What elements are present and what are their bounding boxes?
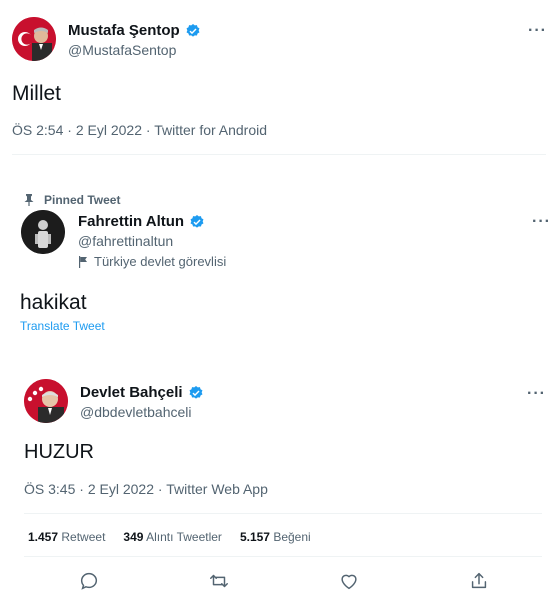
verified-badge-icon <box>190 214 204 228</box>
affiliation-text: Türkiye devlet görevlisi <box>94 254 227 269</box>
tweet-time[interactable]: ÖS 3:45 <box>24 481 75 497</box>
tweet-time[interactable]: ÖS 2:54 <box>12 122 63 138</box>
tweet-date[interactable]: 2 Eyl 2022 <box>76 122 142 138</box>
retweets-count: 1.457 <box>28 530 59 544</box>
action-bar <box>0 570 558 596</box>
likes-label: Beğeni <box>273 530 311 544</box>
retweets-label: Retweet <box>61 530 106 544</box>
avatar-fahrettin[interactable] <box>21 210 65 254</box>
more-options-icon[interactable]: ··· <box>527 385 546 403</box>
tweet-card-devlet[interactable]: Devlet Bahçeli @dbdevletbahceli ··· HUZU… <box>0 358 558 605</box>
tweet-card-mustafa[interactable]: Mustafa Şentop @MustafaSentop ··· Millet… <box>0 0 558 160</box>
divider <box>12 154 546 155</box>
display-name[interactable]: Devlet Bahçeli <box>80 384 183 401</box>
more-options-icon[interactable]: ··· <box>532 213 551 231</box>
meta-separator: · <box>67 122 72 138</box>
divider <box>24 556 542 557</box>
quotes-stat[interactable]: 349 Alıntı Tweetler <box>123 530 222 544</box>
pinned-indicator: Pinned Tweet <box>24 193 120 207</box>
more-options-icon[interactable]: ··· <box>528 22 547 40</box>
meta-separator: · <box>157 481 163 497</box>
reply-icon[interactable] <box>78 570 100 592</box>
user-handle[interactable]: @fahrettinaltun <box>78 233 173 249</box>
meta-separator: · <box>79 481 84 497</box>
likes-count: 5.157 <box>239 530 270 544</box>
tweet-card-fahrettin[interactable]: Pinned Tweet Fahrettin Altun @fahrettina… <box>2 178 558 348</box>
divider <box>24 513 542 514</box>
quotes-label: Alıntı Tweetler <box>146 530 222 544</box>
translate-tweet-link[interactable]: Translate Tweet <box>20 319 105 333</box>
pin-icon <box>24 194 34 206</box>
pinned-label: Pinned Tweet <box>44 193 121 207</box>
like-icon[interactable] <box>338 570 360 592</box>
retweets-stat[interactable]: 1.457 Retweet <box>28 530 105 544</box>
tweet-text: Millet <box>12 82 62 105</box>
quotes-count: 349 <box>123 530 144 544</box>
affiliation-label: Türkiye devlet görevlisi <box>78 254 226 269</box>
tweet-text: hakikat <box>20 291 87 314</box>
tweet-date[interactable]: 2 Eyl 2022 <box>88 481 154 497</box>
engagement-stats: 1.457 Retweet 349 Alıntı Tweetler 5.157 … <box>28 530 311 544</box>
avatar-mustafa[interactable] <box>12 17 56 61</box>
avatar-devlet[interactable] <box>24 379 68 423</box>
tweet-source[interactable]: Twitter Web App <box>166 481 268 497</box>
display-name[interactable]: Fahrettin Altun <box>78 213 184 230</box>
verified-badge-icon <box>189 385 203 399</box>
verified-badge-icon <box>186 23 200 37</box>
tweet-source[interactable]: Twitter for Android <box>154 122 267 138</box>
user-handle[interactable]: @dbdevletbahceli <box>80 404 192 420</box>
tweet-text: HUZUR <box>24 441 94 463</box>
share-icon[interactable] <box>468 570 490 592</box>
retweet-icon[interactable] <box>208 570 230 592</box>
flag-icon <box>79 255 87 268</box>
likes-stat[interactable]: 5.157 Beğeni <box>240 530 311 544</box>
display-name[interactable]: Mustafa Şentop <box>68 22 180 39</box>
user-handle[interactable]: @MustafaSentop <box>68 42 176 58</box>
meta-separator: · <box>145 122 151 138</box>
